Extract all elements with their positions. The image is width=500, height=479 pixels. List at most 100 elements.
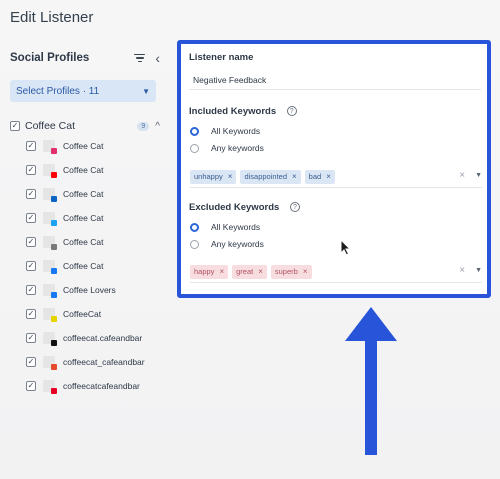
radio-selected-icon[interactable]	[190, 222, 199, 232]
profile-name: coffeecat.cafeandbar	[63, 333, 143, 343]
group-name: Coffee Cat	[25, 120, 76, 132]
remove-chip-icon[interactable]: ×	[228, 172, 233, 181]
profile-avatar	[43, 332, 57, 346]
listener-name-input[interactable]: Negative Feedback	[189, 70, 481, 90]
filter-icon[interactable]	[134, 53, 146, 63]
profile-checkbox[interactable]: ✓	[26, 165, 36, 175]
profile-name: coffeecat_cafeandbar	[63, 357, 145, 367]
excluded-keywords-input[interactable]: happy × great × superb × × ▼	[190, 261, 482, 283]
profile-name: CoffeeCat	[63, 309, 102, 319]
clear-icon[interactable]: ×	[459, 265, 465, 276]
profile-item[interactable]: ✓ Coffee Cat	[26, 235, 162, 250]
remove-chip-icon[interactable]: ×	[303, 267, 308, 276]
profile-item[interactable]: ✓ Coffee Cat	[26, 259, 162, 274]
business-icon	[51, 244, 57, 250]
profile-item[interactable]: ✓ CoffeeCat	[26, 307, 162, 322]
listener-form-panel: Listener name Negative Feedback Included…	[177, 40, 491, 298]
included-keywords-title: Included Keywords	[189, 106, 277, 117]
profile-checkbox[interactable]: ✓	[26, 237, 36, 247]
social-profiles-sidebar: Social Profiles ‹ Select Profiles · 11 ▼…	[0, 42, 168, 479]
page-title: Edit Listener	[10, 9, 94, 26]
included-radio-all[interactable]: All Keywords	[190, 125, 260, 137]
dropdown-icon[interactable]: ▼	[475, 267, 482, 274]
included-option-any-label: Any keywords	[211, 143, 264, 153]
chevron-up-icon[interactable]: ^	[155, 121, 160, 132]
listener-name-value: Negative Feedback	[193, 74, 267, 85]
profile-avatar	[43, 308, 57, 322]
included-chips: unhappy × disappointed × bad ×	[190, 169, 339, 184]
linkedin-icon	[51, 196, 57, 202]
sidebar-title: Social Profiles	[10, 52, 90, 64]
profile-avatar	[43, 188, 57, 202]
excluded-chips: happy × great × superb ×	[190, 264, 316, 279]
profile-checkbox[interactable]: ✓	[26, 333, 36, 343]
remove-chip-icon[interactable]: ×	[326, 172, 331, 181]
excluded-radio-all[interactable]: All Keywords	[190, 221, 260, 233]
profile-item[interactable]: ✓ Coffee Cat	[26, 163, 162, 178]
other-icon	[51, 364, 57, 370]
radio-unselected-icon[interactable]	[190, 143, 199, 153]
excluded-radio-any[interactable]: Any keywords	[190, 238, 264, 250]
profile-checkbox[interactable]: ✓	[26, 381, 36, 391]
youtube-icon	[51, 172, 57, 178]
profile-checkbox[interactable]: ✓	[26, 285, 36, 295]
profile-checkbox[interactable]: ✓	[26, 213, 36, 223]
page-header: Edit Listener	[0, 0, 500, 38]
profile-item[interactable]: ✓ coffeecat.cafeandbar	[26, 331, 162, 346]
chevron-left-icon[interactable]: ‹	[155, 50, 160, 66]
keyword-chip: great ×	[232, 264, 267, 279]
select-profiles-label: Select Profiles · 11	[16, 85, 100, 97]
profile-checkbox[interactable]: ✓	[26, 309, 36, 319]
profile-avatar	[43, 212, 57, 226]
keyword-chip: disappointed ×	[240, 169, 301, 184]
excluded-option-all-label: All Keywords	[211, 222, 261, 232]
select-profiles-dropdown[interactable]: Select Profiles · 11 ▼	[10, 80, 156, 102]
help-icon[interactable]: ?	[289, 202, 300, 213]
remove-chip-icon[interactable]: ×	[292, 172, 297, 181]
profile-group-coffee-cat[interactable]: ✓ Coffee Cat 9 ^	[10, 119, 160, 133]
profile-item[interactable]: ✓ Coffee Cat	[26, 187, 162, 202]
profile-checkbox[interactable]: ✓	[26, 357, 36, 367]
profile-name: Coffee Cat	[63, 189, 104, 199]
keyword-chip-label: disappointed	[244, 172, 287, 181]
profile-checkbox[interactable]: ✓	[26, 189, 36, 199]
remove-chip-icon[interactable]: ×	[219, 267, 224, 276]
radio-unselected-icon[interactable]	[190, 239, 199, 249]
facebook-icon	[51, 268, 57, 274]
remove-chip-icon[interactable]: ×	[258, 267, 263, 276]
snapchat-icon	[51, 316, 57, 322]
profile-avatar	[43, 356, 57, 370]
keyword-chip-label: unhappy	[194, 172, 223, 181]
profile-item[interactable]: ✓ Coffee Lovers	[26, 283, 162, 298]
tiktok-icon	[51, 340, 57, 346]
keyword-chip: happy ×	[190, 264, 229, 279]
profile-avatar	[43, 284, 57, 298]
caret-down-icon: ▼	[142, 86, 150, 96]
profile-checkbox[interactable]: ✓	[26, 261, 36, 271]
facebook-icon	[51, 292, 57, 298]
dropdown-icon[interactable]: ▼	[475, 172, 482, 179]
sidebar-header: Social Profiles ‹	[10, 50, 160, 66]
excluded-keywords-label: Excluded Keywords ?	[189, 202, 300, 213]
included-keywords-input[interactable]: unhappy × disappointed × bad × × ▼	[190, 166, 482, 188]
group-checkbox[interactable]: ✓	[10, 121, 20, 131]
included-radio-any[interactable]: Any keywords	[190, 142, 264, 154]
keyword-chip: bad ×	[304, 169, 335, 184]
profile-item[interactable]: ✓ coffeecatcafeandbar	[26, 379, 162, 394]
twitter-icon	[51, 220, 57, 226]
profile-name: Coffee Cat	[63, 261, 104, 271]
radio-selected-icon[interactable]	[190, 126, 199, 136]
instagram-icon	[51, 148, 57, 154]
clear-icon[interactable]: ×	[459, 170, 465, 181]
profile-checkbox[interactable]: ✓	[26, 141, 36, 151]
help-icon[interactable]: ?	[286, 106, 297, 117]
profile-name: Coffee Lovers	[63, 285, 116, 295]
profile-avatar	[43, 260, 57, 274]
listener-name-label: Listener name	[189, 52, 254, 63]
profile-name: Coffee Cat	[63, 141, 104, 151]
keyword-chip-label: bad	[308, 172, 322, 181]
profile-item[interactable]: ✓ Coffee Cat	[26, 139, 162, 154]
profile-item[interactable]: ✓ coffeecat_cafeandbar	[26, 355, 162, 370]
profile-item[interactable]: ✓ Coffee Cat	[26, 211, 162, 226]
profile-name: Coffee Cat	[63, 213, 104, 223]
